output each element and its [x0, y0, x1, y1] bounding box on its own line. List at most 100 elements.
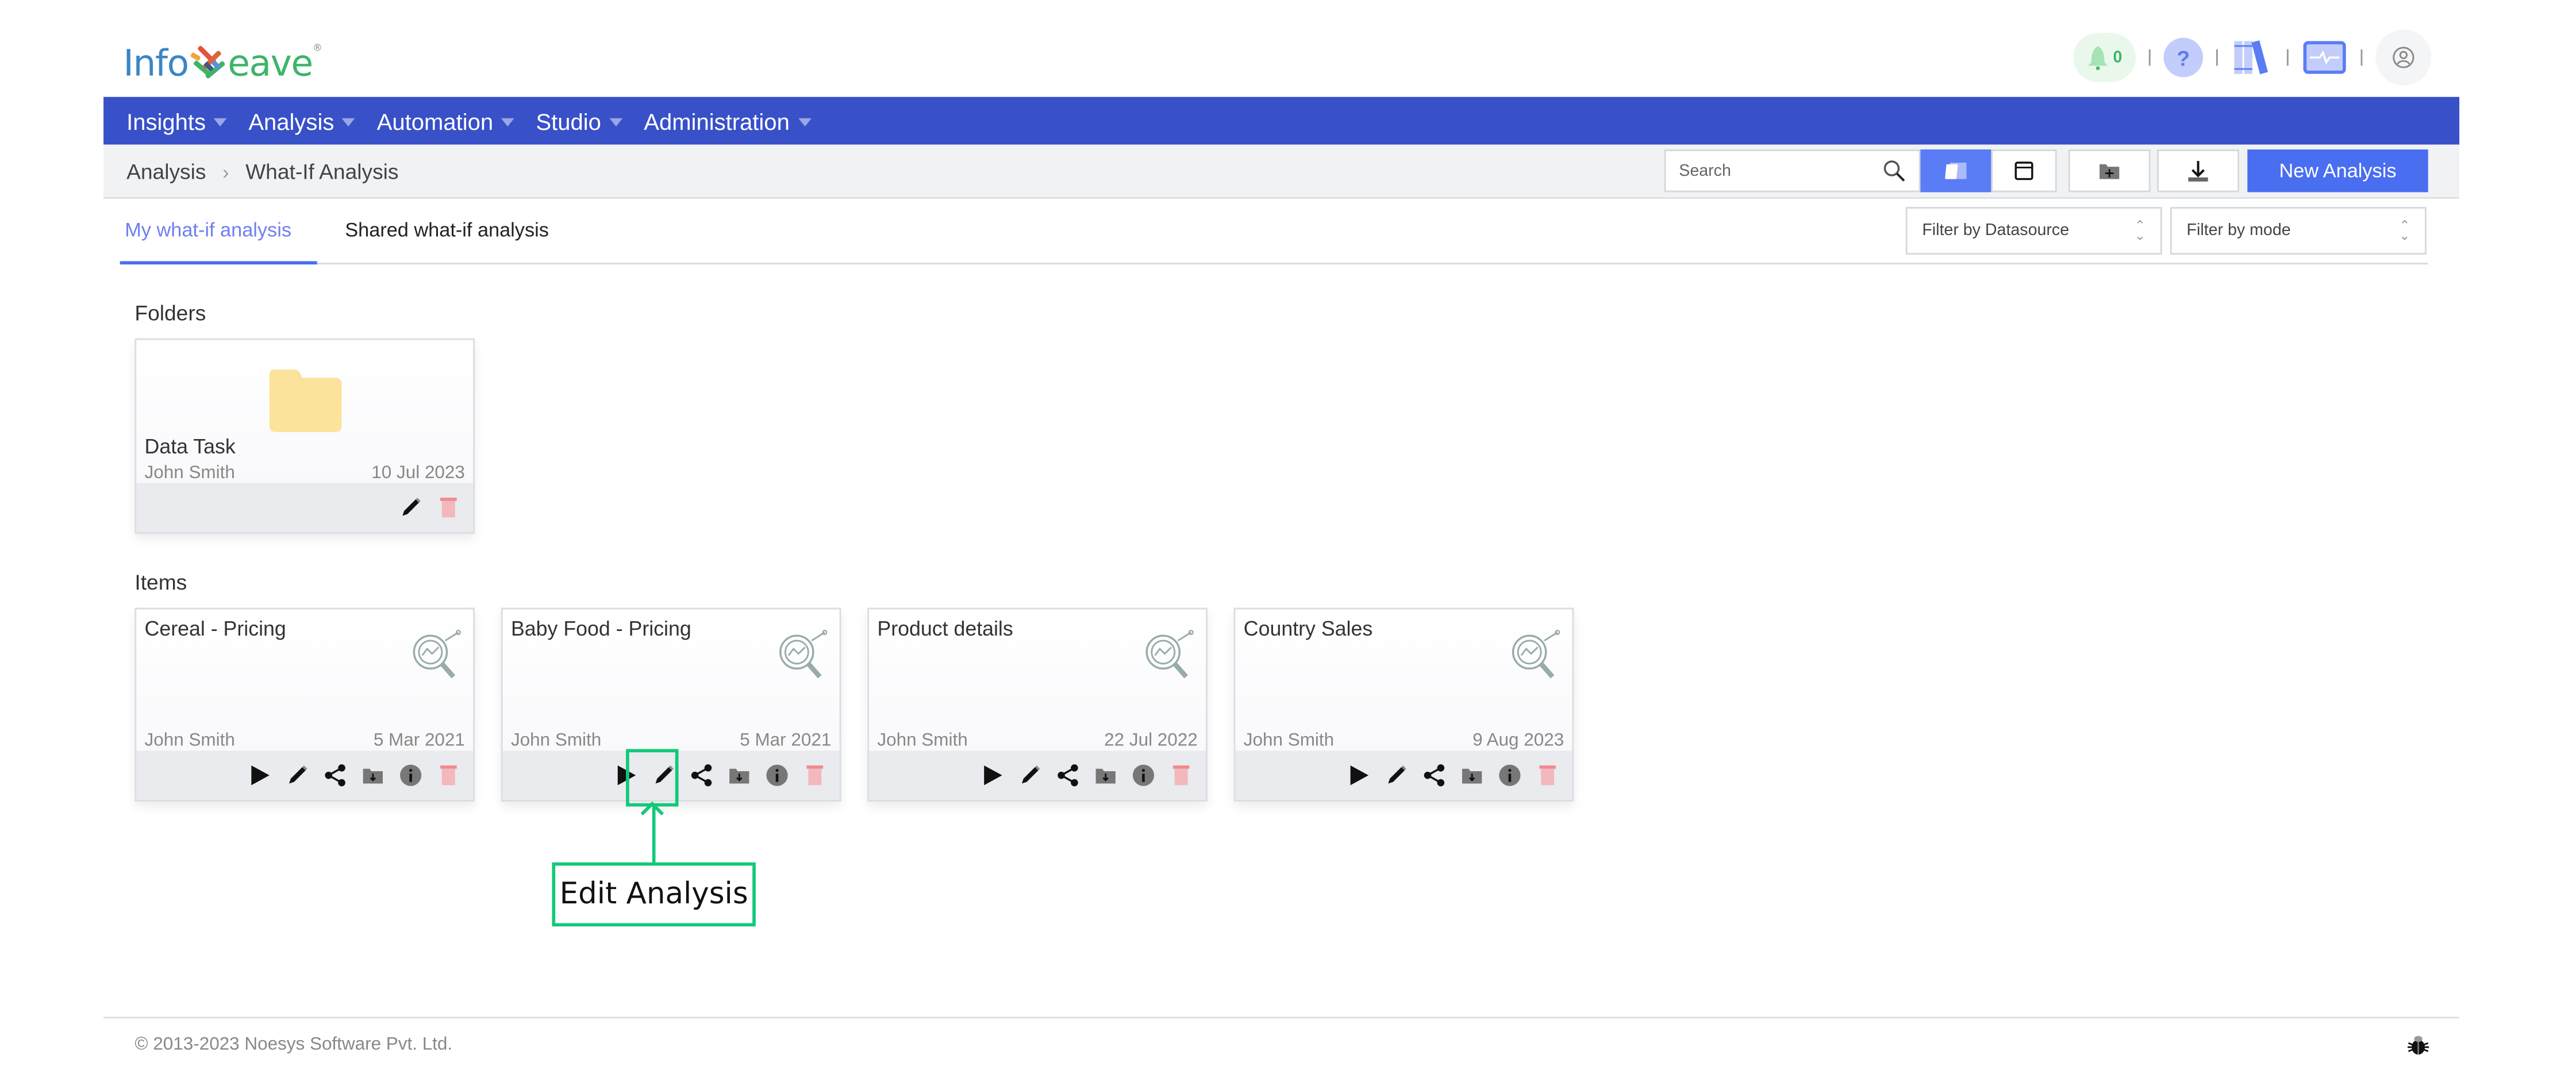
- what-if-analysis-icon: [1145, 629, 1194, 679]
- move-to-folder-button[interactable]: [362, 764, 385, 787]
- list-view-button[interactable]: [1991, 149, 2057, 193]
- nav-studio[interactable]: Studio: [536, 107, 623, 134]
- edit-analysis-button[interactable]: [1385, 764, 1408, 787]
- pencil-icon: [289, 765, 307, 784]
- analysis-owner: John Smith: [1243, 730, 1335, 751]
- notification-count: 0: [2113, 48, 2123, 67]
- footer-divider: [103, 1017, 2460, 1019]
- edit-analysis-button[interactable]: [286, 764, 309, 787]
- trash-icon: [1172, 765, 1190, 786]
- move-to-folder-button[interactable]: [1460, 764, 1483, 787]
- nav-analysis[interactable]: Analysis: [248, 107, 356, 134]
- card-view-button[interactable]: [1920, 149, 1991, 193]
- infoveave-logo[interactable]: Info eave ®: [123, 33, 322, 86]
- analysis-name: Product details: [877, 617, 1013, 641]
- folder-download-icon: [363, 768, 383, 784]
- folder-date: 10 Jul 2023: [371, 463, 465, 483]
- share-analysis-button[interactable]: [1056, 764, 1079, 787]
- play-icon: [984, 765, 1002, 786]
- delete-folder-button[interactable]: [437, 496, 460, 519]
- breadcrumb-analysis[interactable]: Analysis: [126, 159, 206, 184]
- divider: [2148, 49, 2151, 66]
- filter-mode-label: Filter by mode: [2186, 221, 2291, 240]
- import-button[interactable]: [2157, 149, 2239, 193]
- delete-analysis-button[interactable]: [1536, 764, 1559, 787]
- new-analysis-button[interactable]: New Analysis: [2247, 149, 2428, 193]
- what-if-analysis-icon: [779, 629, 828, 679]
- info-button[interactable]: [1498, 764, 1521, 787]
- info-button[interactable]: [399, 764, 422, 787]
- user-menu-button[interactable]: [2375, 29, 2432, 86]
- info-icon: [1132, 764, 1155, 786]
- sort-arrows-icon: ⌃ ⌄: [2399, 217, 2410, 243]
- share-analysis-button[interactable]: [1422, 764, 1445, 787]
- delete-analysis-button[interactable]: [1170, 764, 1193, 787]
- analysis-card[interactable]: Cereal - Pricing John Smith 5 Mar 2021: [134, 607, 475, 802]
- delete-analysis-button[interactable]: [437, 764, 460, 787]
- analysis-date: 9 Aug 2023: [1472, 730, 1564, 751]
- filter-mode-select[interactable]: Filter by mode ⌃ ⌄: [2170, 207, 2427, 255]
- nav-label: Automation: [376, 107, 494, 134]
- nav-administration[interactable]: Administration: [644, 107, 811, 134]
- sort-arrows-icon: ⌃ ⌄: [2134, 217, 2146, 243]
- move-to-folder-button[interactable]: [728, 764, 751, 787]
- nav-automation[interactable]: Automation: [377, 107, 515, 134]
- move-to-folder-button[interactable]: [1094, 764, 1117, 787]
- run-analysis-button[interactable]: [981, 764, 1004, 787]
- monitor-icon: [2303, 41, 2346, 74]
- header-actions: 0 ?: [2073, 29, 2432, 86]
- search-placeholder: Search: [1679, 161, 1731, 180]
- analysis-actions: [1235, 751, 1572, 801]
- analysis-card[interactable]: Country Sales John Smith 9 Aug 2023: [1233, 607, 1574, 802]
- annotation-highlight: [626, 749, 679, 807]
- share-icon: [691, 764, 712, 787]
- search-input[interactable]: Search: [1664, 149, 1921, 193]
- run-analysis-button[interactable]: [1347, 764, 1370, 787]
- share-icon: [325, 764, 345, 787]
- analysis-date: 5 Mar 2021: [373, 730, 465, 751]
- tab-shared-what-if-analysis[interactable]: Shared what-if analysis: [345, 218, 549, 241]
- tabs-divider: [128, 263, 2428, 265]
- bell-icon: [2088, 46, 2108, 70]
- analysis-name: Cereal - Pricing: [144, 617, 286, 641]
- report-bug-button[interactable]: [2407, 1033, 2430, 1064]
- folder-icon: [269, 370, 342, 432]
- delete-analysis-button[interactable]: [803, 764, 826, 787]
- nav-insights[interactable]: Insights: [126, 107, 228, 134]
- tab-my-what-if-analysis[interactable]: My what-if analysis: [125, 218, 291, 241]
- monitor-button[interactable]: [2302, 33, 2348, 82]
- analysis-date: 5 Mar 2021: [740, 730, 832, 751]
- info-button[interactable]: [1132, 764, 1155, 787]
- library-icon: [2234, 40, 2268, 75]
- notifications-button[interactable]: 0: [2073, 33, 2136, 82]
- help-button[interactable]: ?: [2163, 37, 2204, 78]
- filter-datasource-label: Filter by Datasource: [1922, 221, 2070, 240]
- search-icon[interactable]: [1883, 159, 1906, 182]
- edit-folder-button[interactable]: [399, 496, 422, 519]
- edit-analysis-button[interactable]: [1018, 764, 1041, 787]
- new-folder-button[interactable]: [2068, 149, 2151, 193]
- caret-down-icon: [798, 118, 811, 127]
- filter-datasource-select[interactable]: Filter by Datasource ⌃ ⌄: [1905, 207, 2162, 255]
- info-button[interactable]: [766, 764, 789, 787]
- analysis-name: Country Sales: [1243, 617, 1373, 641]
- list-view-icon: [2014, 161, 2033, 180]
- caret-down-icon: [342, 118, 356, 127]
- play-icon: [1350, 765, 1369, 786]
- folder-card[interactable]: Data Task John Smith 10 Jul 2023: [134, 338, 475, 534]
- share-analysis-button[interactable]: [324, 764, 347, 787]
- folder-download-icon: [729, 768, 749, 784]
- folder-owner: John Smith: [144, 463, 235, 483]
- analysis-owner: John Smith: [144, 730, 235, 751]
- items-heading: Items: [134, 569, 187, 595]
- pencil-icon: [1388, 765, 1406, 784]
- info-icon: [400, 764, 422, 786]
- user-icon: [2393, 47, 2414, 68]
- share-analysis-button[interactable]: [690, 764, 713, 787]
- breadcrumb-what-if-analysis: What-If Analysis: [245, 159, 399, 184]
- run-analysis-button[interactable]: [248, 764, 271, 787]
- library-button[interactable]: [2231, 33, 2274, 82]
- logo-text-right: eave: [228, 44, 313, 86]
- analysis-card[interactable]: Product details John Smith 22 Jul 2022: [867, 607, 1208, 802]
- info-icon: [1499, 764, 1521, 786]
